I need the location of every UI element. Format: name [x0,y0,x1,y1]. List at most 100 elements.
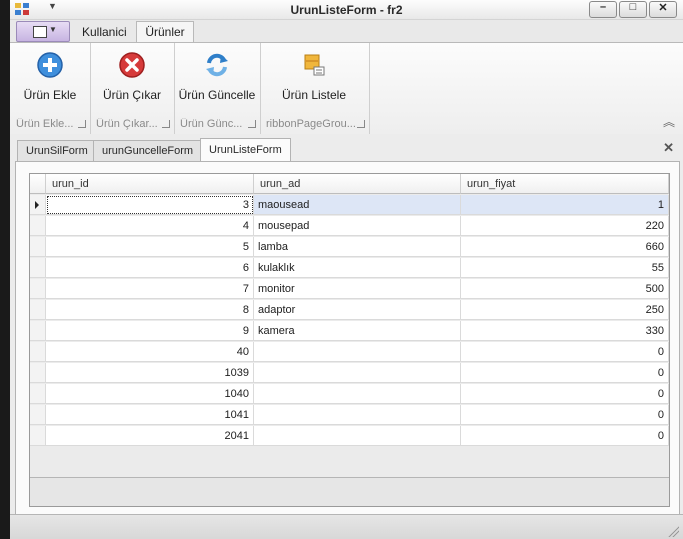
cell-urun-ad[interactable]: maousead [254,195,461,215]
table-row[interactable]: 7 monitor 500 [30,279,669,300]
row-header[interactable] [30,237,46,257]
ribbon-group-urun-listele: Ürün Listele ribbonPageGrou... [260,43,370,134]
row-header[interactable] [30,300,46,320]
cell-urun-ad[interactable] [254,426,461,446]
urun-guncelle-label: Ürün Güncelle [178,88,256,102]
cell-urun-ad[interactable]: lamba [254,237,461,257]
dialog-launcher-icon[interactable] [78,120,86,128]
table-row[interactable]: 2041 0 [30,426,669,447]
column-header-urun-id[interactable]: urun_id [46,174,254,194]
row-header[interactable] [30,342,46,362]
doc-tab-urunsilform[interactable]: UrunSilForm [17,140,97,162]
cell-urun-id[interactable]: 1040 [46,384,254,404]
grid-footer [30,477,669,506]
cell-urun-id[interactable]: 5 [46,237,254,257]
ribbon-group-urun-cikar: Ürün Çıkar Ürün Çıkar... [90,43,175,134]
cell-urun-fiyat[interactable]: 0 [461,342,669,362]
cell-urun-fiyat[interactable]: 220 [461,216,669,236]
dialog-launcher-icon[interactable] [162,120,170,128]
doc-tab-urunguncelleform[interactable]: urunGuncelleForm [93,140,203,162]
close-button[interactable]: ✕ [649,1,677,18]
status-bar [10,514,683,539]
cell-urun-ad[interactable] [254,342,461,362]
row-header[interactable] [30,321,46,341]
group-caption-text: Ürün Çıkar... [96,118,158,130]
table-row[interactable]: 6 kulaklık 55 [30,258,669,279]
chevron-down-icon: ▼ [49,25,57,34]
cell-urun-ad[interactable]: monitor [254,279,461,299]
urun-cikar-button[interactable]: Ürün Çıkar [94,47,170,103]
cell-urun-id[interactable]: 9 [46,321,254,341]
table-row[interactable]: 4 mousepad 220 [30,216,669,237]
table-row[interactable]: 8 adaptor 250 [30,300,669,321]
box-list-icon [304,54,325,76]
row-header[interactable] [30,258,46,278]
row-header[interactable] [30,279,46,299]
row-header[interactable] [30,216,46,236]
cell-urun-id[interactable]: 8 [46,300,254,320]
table-row[interactable]: 3 maousead 1 [30,195,669,216]
resize-grip-icon[interactable] [667,525,679,537]
table-row[interactable]: 1041 0 [30,405,669,426]
table-row[interactable]: 9 kamera 330 [30,321,669,342]
cell-urun-ad[interactable]: adaptor [254,300,461,320]
cell-urun-id[interactable]: 40 [46,342,254,362]
table-row[interactable]: 5 lamba 660 [30,237,669,258]
cell-urun-fiyat[interactable]: 0 [461,426,669,446]
group-caption-text: Ürün Günc... [180,118,243,130]
close-document-icon[interactable]: ✕ [663,140,674,156]
maximize-button[interactable]: □ [619,1,647,18]
row-header[interactable] [30,384,46,404]
dialog-launcher-icon[interactable] [248,120,256,128]
window-title: UrunListeForm - fr2 [290,3,403,17]
cell-urun-ad[interactable] [254,363,461,383]
column-header-urun-ad[interactable]: urun_ad [254,174,461,194]
cell-urun-fiyat[interactable]: 0 [461,363,669,383]
row-header[interactable] [30,405,46,425]
cell-urun-id[interactable]: 2041 [46,426,254,446]
cell-urun-ad[interactable]: kulaklık [254,258,461,278]
column-header-urun-fiyat[interactable]: urun_fiyat [461,174,669,194]
row-header[interactable] [30,195,46,215]
cell-urun-ad[interactable] [254,384,461,404]
remove-circle-icon [119,52,145,78]
cell-urun-ad[interactable]: mousepad [254,216,461,236]
row-header[interactable] [30,363,46,383]
cell-urun-fiyat[interactable]: 330 [461,321,669,341]
minimize-ribbon-icon[interactable]: ︽ [663,113,675,130]
cell-urun-fiyat[interactable]: 55 [461,258,669,278]
tab-urunler[interactable]: Ürünler [136,21,194,43]
cell-urun-fiyat[interactable]: 500 [461,279,669,299]
cell-urun-id[interactable]: 6 [46,258,254,278]
row-header[interactable] [30,426,46,446]
table-row[interactable]: 1039 0 [30,363,669,384]
cell-urun-fiyat[interactable]: 0 [461,384,669,404]
urun-guncelle-button[interactable]: Ürün Güncelle [178,47,256,103]
group-caption: ribbonPageGrou... [260,118,369,132]
urun-ekle-label: Ürün Ekle [23,88,77,102]
urun-listele-label: Ürün Listele [281,88,347,102]
cell-urun-ad[interactable]: kamera [254,321,461,341]
minimize-button[interactable]: – [589,1,617,18]
cell-urun-fiyat[interactable]: 1 [461,195,669,215]
application-menu-button[interactable]: ▼ [16,21,70,42]
doc-tab-urunlisteform[interactable]: UrunListeForm [200,138,291,162]
cell-urun-fiyat[interactable]: 0 [461,405,669,425]
cell-urun-fiyat[interactable]: 250 [461,300,669,320]
cell-urun-ad[interactable] [254,405,461,425]
dialog-launcher-icon[interactable] [357,120,365,128]
document-area: UrunSilForm urunGuncelleForm UrunListeFo… [10,134,683,515]
urun-listele-button[interactable]: Ürün Listele [272,47,356,103]
table-row[interactable]: 40 0 [30,342,669,363]
ribbon-group-urun-guncelle: Ürün Güncelle Ürün Günc... [174,43,261,134]
cell-urun-id[interactable]: 4 [46,216,254,236]
tab-kullanici[interactable]: Kullanici [82,23,127,42]
cell-urun-id[interactable]: 7 [46,279,254,299]
urun-ekle-button[interactable]: Ürün Ekle [12,47,88,103]
cell-urun-id[interactable]: 1039 [46,363,254,383]
group-caption-text: Ürün Ekle... [16,118,74,130]
cell-urun-fiyat[interactable]: 660 [461,237,669,257]
cell-urun-id[interactable]: 1041 [46,405,254,425]
table-row[interactable]: 1040 0 [30,384,669,405]
cell-urun-id[interactable]: 3 [46,195,254,215]
